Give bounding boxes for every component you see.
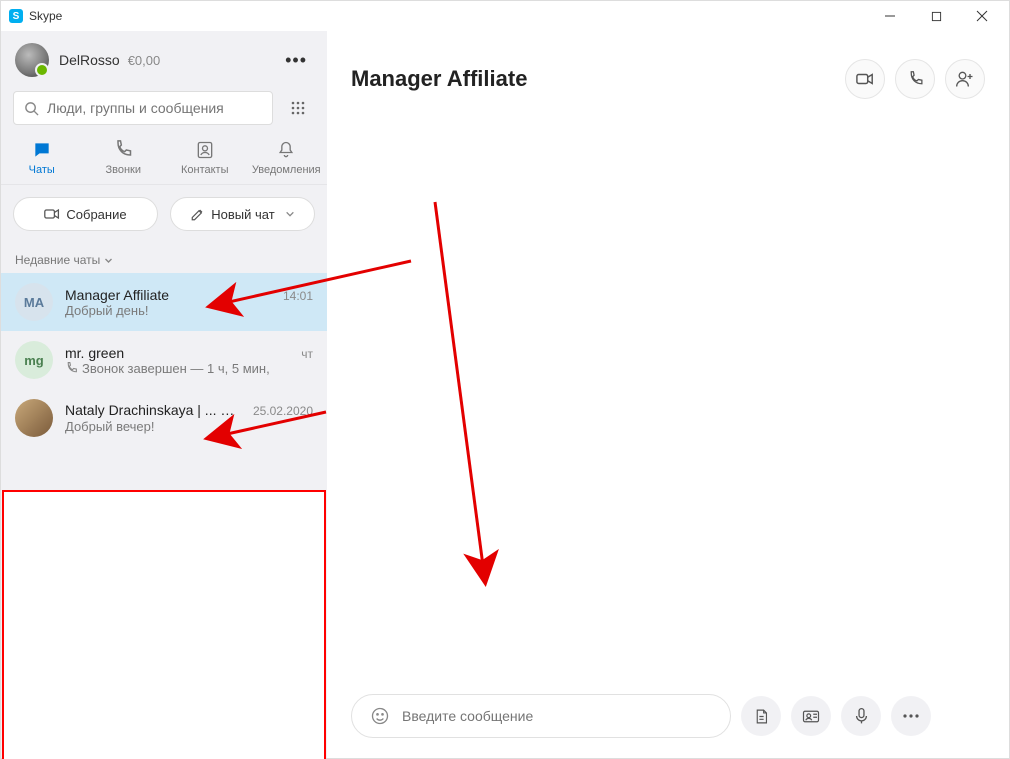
nav-calls[interactable]: Звонки	[87, 139, 159, 176]
microphone-icon	[854, 707, 869, 725]
phone-icon	[65, 362, 78, 375]
chat-preview: Добрый день!	[65, 303, 313, 318]
minimize-button[interactable]	[867, 1, 913, 31]
message-area	[327, 127, 1009, 686]
conversation-panel: Manager Affiliate	[327, 31, 1009, 758]
titlebar: S Skype	[1, 1, 1009, 31]
sidebar: DelRosso €0,00 •••	[1, 31, 327, 758]
chat-time: 14:01	[283, 289, 313, 303]
chevron-down-icon	[285, 209, 295, 219]
chat-list-item[interactable]: Nataly Drachinskaya | ... 🐤🐤 25.02.2020 …	[1, 389, 327, 447]
chat-preview: Звонок завершен — 1 ч, 5 мин,	[65, 361, 313, 376]
button-label: Новый чат	[211, 207, 274, 222]
user-credit[interactable]: €0,00	[128, 53, 161, 68]
bell-icon	[276, 139, 296, 161]
search-row	[1, 83, 327, 135]
message-input[interactable]	[402, 708, 712, 724]
conversation-header: Manager Affiliate	[327, 31, 1009, 127]
chat-avatar: MA	[15, 283, 53, 321]
header-actions	[845, 59, 985, 99]
chat-name: Nataly Drachinskaya | ... 🐤🐤	[65, 402, 247, 419]
nav-label: Чаты	[29, 164, 55, 176]
nav-label: Звонки	[105, 164, 141, 176]
chat-name: mr. green	[65, 345, 124, 361]
user-name: DelRosso	[59, 52, 120, 68]
skype-logo-icon: S	[9, 9, 23, 23]
chat-list-item[interactable]: MA Manager Affiliate 14:01 Добрый день!	[1, 273, 327, 331]
profile-row[interactable]: DelRosso €0,00 •••	[1, 31, 327, 83]
nav-notifications[interactable]: Уведомления	[250, 139, 322, 176]
chat-preview: Добрый вечер!	[65, 419, 313, 434]
message-input-wrapper[interactable]	[351, 694, 731, 738]
person-add-icon	[955, 70, 975, 88]
chevron-down-icon	[104, 256, 113, 265]
button-label: Собрание	[66, 207, 126, 222]
chat-avatar	[15, 399, 53, 437]
composer	[327, 686, 1009, 758]
chat-list: MA Manager Affiliate 14:01 Добрый день! …	[1, 273, 327, 758]
chat-list-item[interactable]: mg mr. green чт Звонок завершен — 1 ч, 5…	[1, 331, 327, 389]
nav-tabs: Чаты Звонки Контакты	[1, 135, 327, 185]
nav-contacts[interactable]: Контакты	[169, 139, 241, 176]
chat-avatar: mg	[15, 341, 53, 379]
audio-call-button[interactable]	[895, 59, 935, 99]
new-chat-button[interactable]: Новый чат	[170, 197, 315, 231]
maximize-button[interactable]	[913, 1, 959, 31]
voice-message-button[interactable]	[841, 696, 881, 736]
contacts-icon	[195, 139, 215, 161]
app-window: S Skype DelRosso €0,00 •••	[0, 0, 1010, 759]
nav-label: Контакты	[181, 164, 229, 176]
search-field[interactable]	[13, 91, 273, 125]
chat-icon	[31, 139, 53, 161]
chat-time: 25.02.2020	[253, 404, 313, 418]
app-body: DelRosso €0,00 •••	[1, 31, 1009, 758]
more-icon	[902, 713, 920, 719]
user-avatar[interactable]	[15, 43, 49, 77]
more-options-button[interactable]	[891, 696, 931, 736]
contact-card-button[interactable]	[791, 696, 831, 736]
contact-card-icon	[802, 709, 820, 724]
dialpad-button[interactable]	[281, 91, 315, 125]
recent-chats-header[interactable]: Недавние чаты	[1, 243, 327, 273]
meeting-button[interactable]: Собрание	[13, 197, 158, 231]
emoji-icon: 🐤🐤	[220, 402, 247, 419]
chat-name: Manager Affiliate	[65, 287, 169, 303]
emoji-icon[interactable]	[370, 706, 390, 726]
attach-file-button[interactable]	[741, 696, 781, 736]
file-icon	[753, 708, 770, 725]
video-call-button[interactable]	[845, 59, 885, 99]
chat-body: Nataly Drachinskaya | ... 🐤🐤 25.02.2020 …	[65, 402, 313, 434]
video-icon	[44, 207, 60, 221]
phone-icon	[113, 139, 133, 161]
add-participant-button[interactable]	[945, 59, 985, 99]
action-row: Собрание Новый чат	[1, 185, 327, 243]
video-icon	[856, 72, 874, 86]
phone-icon	[907, 71, 924, 88]
chat-body: mr. green чт Звонок завершен — 1 ч, 5 ми…	[65, 345, 313, 376]
nav-chats[interactable]: Чаты	[6, 139, 78, 176]
conversation-title: Manager Affiliate	[351, 66, 527, 92]
compose-icon	[190, 207, 205, 222]
search-input[interactable]	[47, 100, 262, 116]
window-title: Skype	[29, 9, 62, 23]
nav-label: Уведомления	[252, 164, 321, 176]
search-icon	[24, 101, 39, 116]
close-button[interactable]	[959, 1, 1005, 31]
chat-time: чт	[301, 347, 313, 361]
more-menu-button[interactable]: •••	[279, 50, 313, 71]
section-label: Недавние чаты	[15, 253, 100, 267]
chat-body: Manager Affiliate 14:01 Добрый день!	[65, 287, 313, 318]
